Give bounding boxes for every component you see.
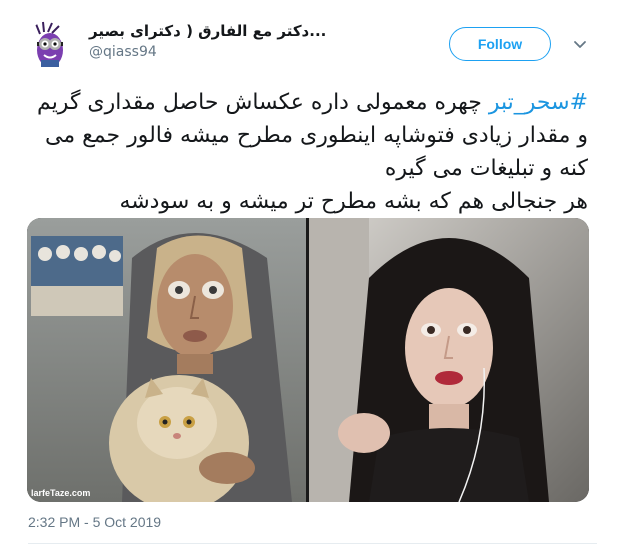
tweet-line-1-text: چهره معمولی داره عکساش حاصل مقداری گریم bbox=[37, 90, 489, 115]
display-name[interactable]: دکتر مع الفارق ( دکترای بصیر... bbox=[89, 22, 326, 40]
tweet-card: دکتر مع الفارق ( دکترای بصیر... @qiass94… bbox=[0, 0, 625, 546]
tweet-text: #سحر_تبر چهره معمولی داره عکساش حاصل مقد… bbox=[28, 86, 588, 218]
tweet-media[interactable]: larfeTaze.com bbox=[27, 218, 589, 502]
tweet-line-2: و مقدار زیادی فتوشاپه اینطوری مطرح میشه … bbox=[44, 123, 588, 148]
user-handle[interactable]: @qiass94 bbox=[89, 44, 157, 60]
timestamp[interactable]: 2:32 PM - 5 Oct 2019 bbox=[28, 514, 161, 530]
tweet-line-3: کنه و تبلیغات می گیره bbox=[384, 156, 588, 181]
minion-avatar-icon bbox=[26, 20, 76, 70]
photo-right[interactable] bbox=[309, 218, 589, 502]
divider bbox=[28, 543, 597, 544]
avatar[interactable] bbox=[26, 20, 76, 70]
hashtag-link[interactable]: #سحر_تبر bbox=[489, 90, 588, 115]
chevron-down-icon[interactable] bbox=[572, 36, 588, 52]
tweet-line-4: هر جنجالی هم که بشه مطرح تر میشه و به سو… bbox=[119, 189, 588, 214]
follow-button[interactable]: Follow bbox=[449, 27, 551, 61]
tweet-line-1: #سحر_تبر چهره معمولی داره عکساش حاصل مقد… bbox=[28, 86, 588, 119]
photo-left[interactable]: larfeTaze.com bbox=[27, 218, 306, 502]
watermark: larfeTaze.com bbox=[31, 488, 91, 498]
